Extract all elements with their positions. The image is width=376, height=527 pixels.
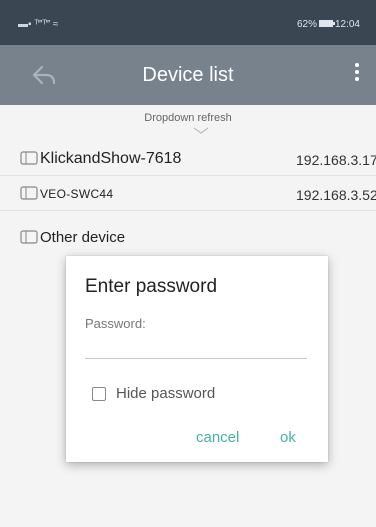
ok-button[interactable]: ok (280, 429, 296, 446)
app-bar: Device list (0, 45, 376, 105)
chevron-down-icon (193, 127, 209, 134)
clock: 12:04 (334, 19, 360, 30)
device-icon (20, 151, 38, 165)
device-ip: 192.168.3.17 (296, 152, 376, 168)
password-dialog: Enter password Password: Hide password c… (66, 256, 328, 462)
battery-icon (318, 19, 335, 27)
device-icon (20, 230, 38, 244)
device-name: VEO-SWC44 (40, 187, 114, 201)
overflow-menu-icon[interactable] (352, 60, 362, 90)
dialog-title: Enter password (85, 276, 218, 297)
password-label: Password: (85, 316, 146, 331)
hide-password-label: Hide password (116, 385, 216, 402)
status-right: 62% 12:04 (297, 19, 360, 30)
device-row[interactable]: VEO-SWC44 192.168.3.52 (0, 176, 376, 211)
battery-percent: 62% (296, 19, 317, 30)
device-ip: 192.168.3.52 (296, 187, 376, 203)
other-device-label: Other device (40, 229, 126, 246)
other-device-row[interactable]: Other device (0, 220, 376, 254)
device-name: KlickandShow-7618 (40, 150, 182, 167)
password-input[interactable] (85, 334, 307, 359)
status-indicators: ▬▪ ᵀ‴ᵀ‴ ≈ (18, 19, 59, 30)
hide-password-checkbox[interactable] (92, 387, 106, 401)
device-icon (20, 186, 38, 200)
status-bar: ▬▪ ᵀ‴ᵀ‴ ≈ 62% 12:04 (0, 0, 376, 45)
refresh-hint: Dropdown refresh (144, 112, 232, 124)
device-row[interactable]: KlickandShow-7618 192.168.3.17 (0, 141, 376, 176)
cancel-button[interactable]: cancel (196, 429, 239, 446)
back-arrow-icon[interactable] (30, 63, 60, 87)
